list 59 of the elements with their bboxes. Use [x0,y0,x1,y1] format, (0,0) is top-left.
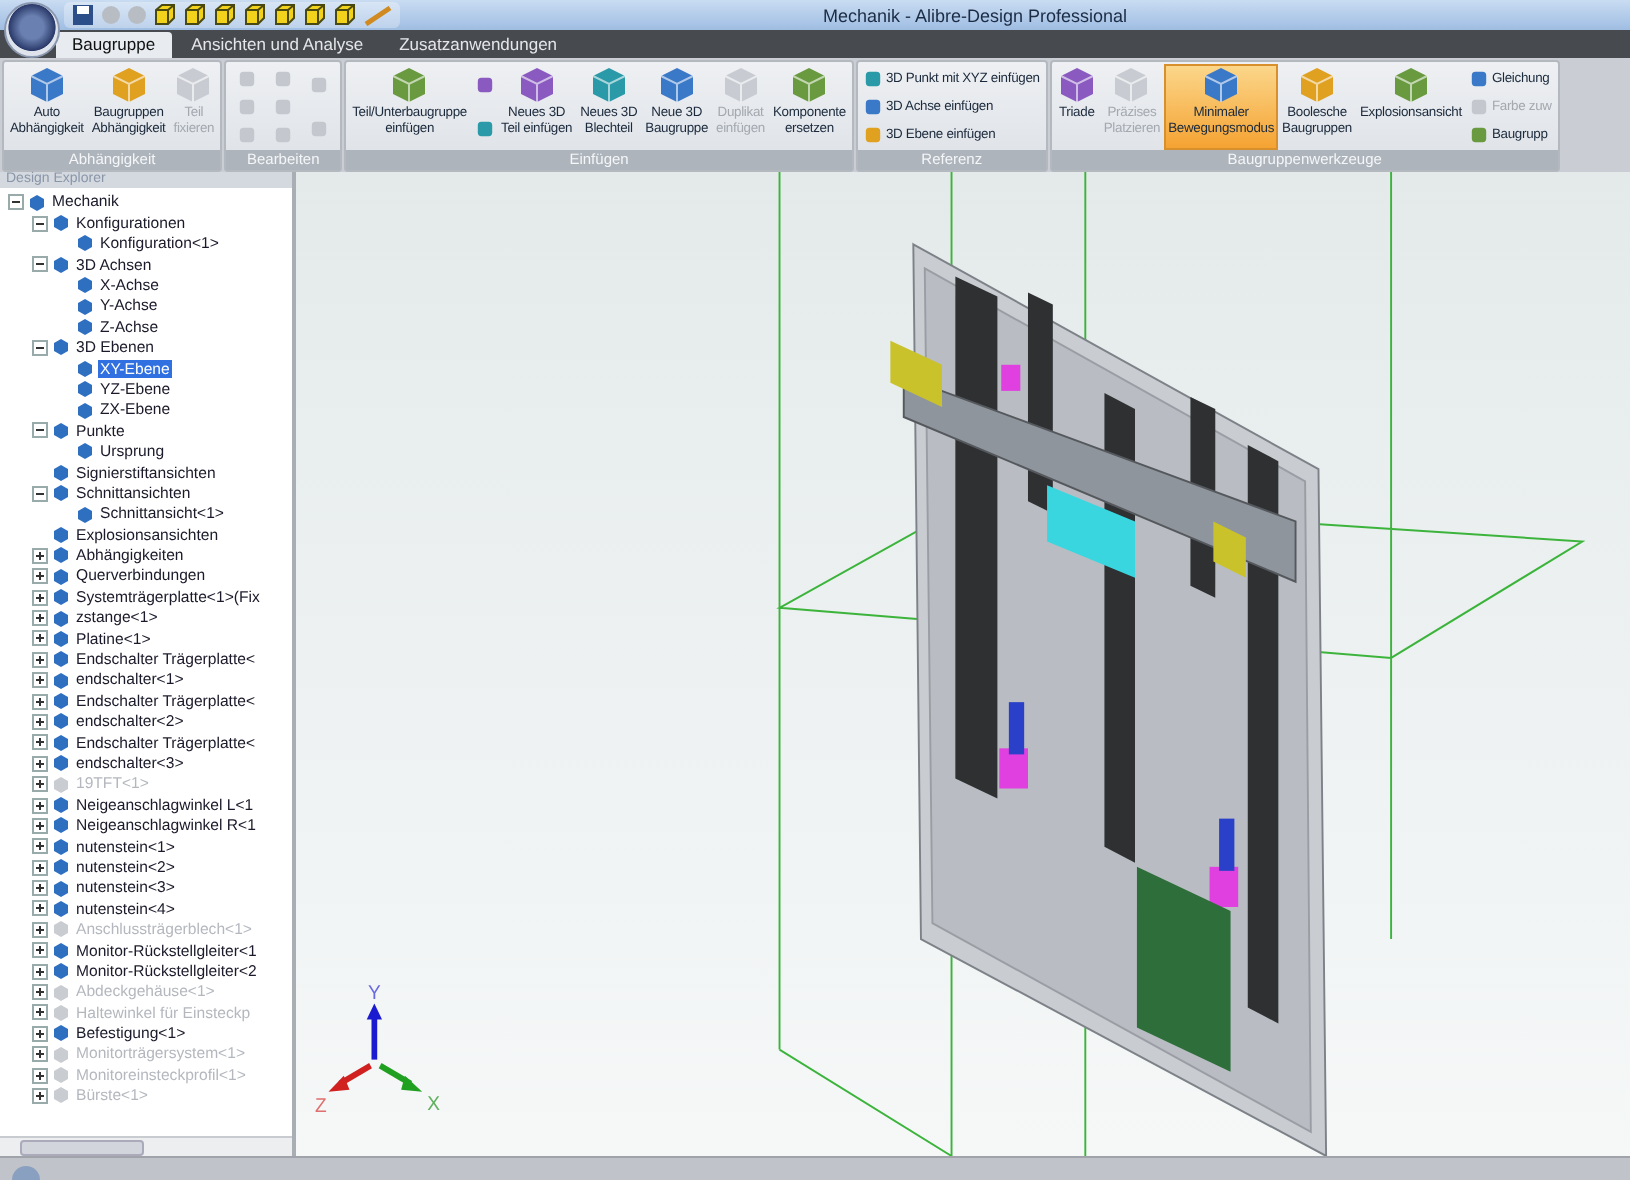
tool-icon [790,66,829,104]
expand-toggle[interactable] [32,485,48,502]
expand-toggle[interactable] [32,838,48,855]
expand-toggle[interactable] [32,859,48,876]
ribbon-tab[interactable]: Ansichten und Analyse [175,32,380,58]
expand-toggle[interactable] [32,900,48,917]
expand-toggle[interactable] [32,1025,48,1042]
expand-toggle[interactable] [32,817,48,834]
tool-icon [589,66,628,104]
expand-toggle[interactable] [32,713,48,730]
tool-icon [1057,66,1096,104]
save-icon[interactable] [72,4,94,26]
tool-icon [1202,66,1241,104]
axis-triad-drawing: Y Z X [315,982,440,1118]
expand-toggle[interactable] [32,215,48,232]
expand-toggle[interactable] [32,610,48,626]
tool-icon [517,66,556,104]
expand-toggle[interactable] [8,194,24,211]
expand-toggle[interactable] [32,568,48,585]
tool-icon [27,66,66,104]
tool-icon [1112,66,1151,104]
expand-toggle[interactable] [32,880,48,897]
ribbon-tab[interactable]: Zusatzanwendungen [383,32,574,58]
expand-toggle[interactable] [32,693,48,710]
expand-toggle[interactable] [32,651,48,668]
expand-toggle[interactable] [32,963,48,980]
expand-toggle[interactable] [32,630,48,647]
status-icon [12,1166,40,1180]
app-logo-icon[interactable] [4,2,60,58]
tool-icon [475,76,493,95]
expand-toggle[interactable] [32,942,48,959]
view-cube-icon[interactable] [154,4,176,26]
expand-toggle[interactable] [32,256,48,273]
tool-icon [174,66,213,104]
expand-toggle[interactable] [32,547,48,564]
ribbon-tab[interactable]: Baugruppe [56,32,172,58]
tool-icon [475,119,493,138]
tool-icon [721,66,760,104]
3d-viewport[interactable]: Y Z X [296,172,1630,1156]
expand-toggle[interactable] [32,672,48,689]
tool-icon [390,66,429,104]
horizontal-scrollbar[interactable] [0,1136,292,1156]
view-cube-icon[interactable] [184,4,206,26]
window-title: Mechanik - Alibre-Design Professional [820,5,1130,25]
view-cube-icon[interactable] [244,4,266,26]
tool-icon [1298,66,1336,104]
tool-icon [657,66,696,104]
view-cube-icon[interactable] [274,4,296,26]
view-cube-icon[interactable] [334,4,356,26]
expand-toggle[interactable] [32,734,48,751]
expand-toggle[interactable] [32,589,48,606]
expand-toggle[interactable] [32,339,48,356]
expand-toggle[interactable] [32,755,48,772]
expand-toggle[interactable] [32,797,48,814]
expand-toggle[interactable] [32,422,48,439]
tool-icon [1391,66,1430,104]
view-cube-icon[interactable] [304,4,326,26]
view-cube-icon[interactable] [214,4,236,26]
tool-icon [109,66,148,104]
